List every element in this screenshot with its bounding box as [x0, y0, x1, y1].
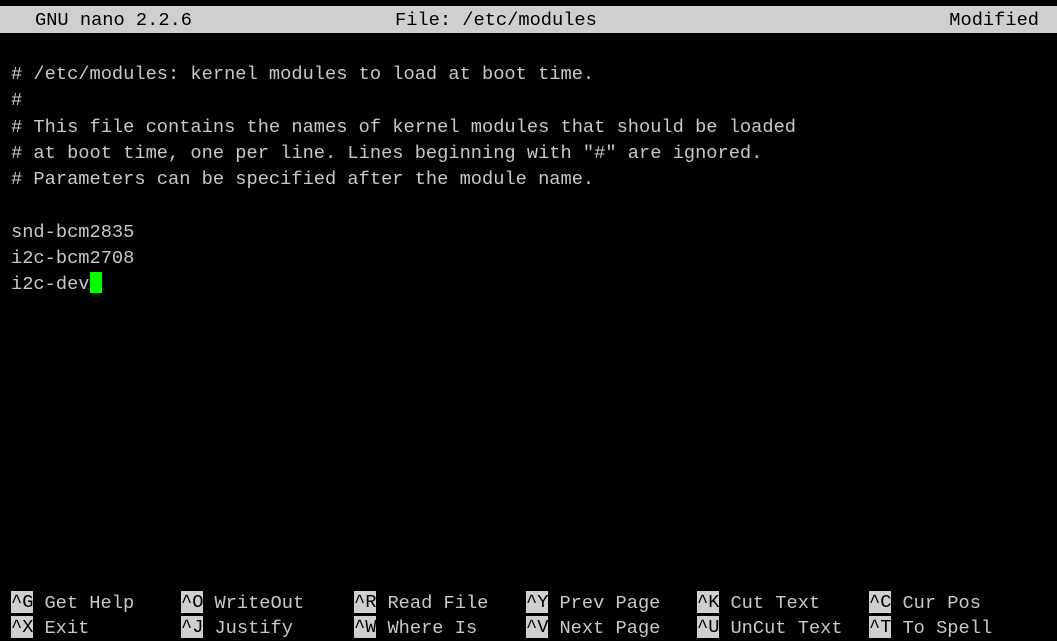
editor-line[interactable]: # Parameters can be specified after the … [11, 166, 796, 192]
shortcut-read-file[interactable]: ^R Read File [354, 591, 488, 616]
shortcut-label: Cur Pos [902, 592, 981, 614]
shortcut-where-is[interactable]: ^W Where Is [354, 616, 477, 641]
shortcut-key: ^R [354, 591, 377, 613]
modified-status: Modified [949, 9, 1039, 31]
shortcut-justify[interactable]: ^J Justify [181, 616, 293, 641]
file-name: File: /etc/modules [395, 9, 597, 31]
editor-line[interactable]: i2c-bcm2708 [11, 245, 796, 271]
shortcut-row: ^X Exit ^J Justify ^W Where Is ^V Next Page … [11, 616, 1057, 641]
shortcut-label: Prev Page [559, 592, 661, 614]
shortcut-label: WriteOut [214, 592, 305, 614]
shortcut-key: ^G [11, 591, 34, 613]
shortcut-label: Exit [44, 617, 90, 639]
editor-line[interactable]: # [11, 87, 796, 113]
editor-line[interactable] [11, 192, 796, 218]
shortcut-cut-text[interactable]: ^K Cut Text [697, 591, 820, 616]
shortcut-key: ^X [11, 616, 34, 638]
nano-title-bar: GNU nano 2.2.6 File: /etc/modules Modifi… [0, 6, 1057, 33]
shortcut-next-page[interactable]: ^V Next Page [526, 616, 660, 641]
editor-text-area[interactable]: # /etc/modules: kernel modules to load a… [11, 61, 796, 298]
shortcut-label: To Spell [902, 617, 993, 639]
shortcut-label: Justify [214, 617, 293, 639]
shortcut-exit[interactable]: ^X Exit [11, 616, 89, 641]
editor-line[interactable]: snd-bcm2835 [11, 219, 796, 245]
editor-line-text[interactable]: i2c-dev [11, 273, 90, 295]
shortcut-label: Get Help [44, 592, 135, 614]
editor-line[interactable]: # This file contains the names of kernel… [11, 114, 796, 140]
shortcut-label: Cut Text [730, 592, 821, 614]
shortcut-key: ^T [869, 616, 892, 638]
shortcut-label: Next Page [559, 617, 661, 639]
shortcut-label: Read File [387, 592, 489, 614]
shortcut-key: ^U [697, 616, 720, 638]
text-cursor [89, 272, 102, 294]
shortcut-key: ^W [354, 616, 377, 638]
shortcut-get-help[interactable]: ^G Get Help [11, 591, 134, 616]
shortcut-row: ^G Get Help ^O WriteOut ^R Read File ^Y Prev… [11, 591, 1057, 616]
nano-terminal-window: GNU nano 2.2.6 File: /etc/modules Modifi… [0, 0, 1057, 640]
shortcut-label: Where Is [387, 617, 478, 639]
shortcut-key: ^Y [526, 591, 549, 613]
shortcut-uncut-text[interactable]: ^U UnCut Text [697, 616, 843, 641]
editor-line-current[interactable]: i2c-dev [11, 271, 796, 297]
shortcut-bar: ^G Get Help ^O WriteOut ^R Read File ^Y Prev… [11, 591, 1057, 641]
shortcut-key: ^C [869, 591, 892, 613]
shortcut-key: ^J [181, 616, 204, 638]
nano-version: GNU nano 2.2.6 [35, 9, 193, 31]
editor-line[interactable]: # at boot time, one per line. Lines begi… [11, 140, 796, 166]
shortcut-key: ^O [181, 591, 204, 613]
editor-line[interactable]: # /etc/modules: kernel modules to load a… [11, 61, 796, 87]
shortcut-label: UnCut Text [730, 617, 843, 639]
shortcut-writeout[interactable]: ^O WriteOut [181, 591, 304, 616]
shortcut-prev-page[interactable]: ^Y Prev Page [526, 591, 660, 616]
shortcut-key: ^K [697, 591, 720, 613]
shortcut-cur-pos[interactable]: ^C Cur Pos [869, 591, 981, 616]
shortcut-key: ^V [526, 616, 549, 638]
shortcut-to-spell[interactable]: ^T To Spell [869, 616, 992, 641]
